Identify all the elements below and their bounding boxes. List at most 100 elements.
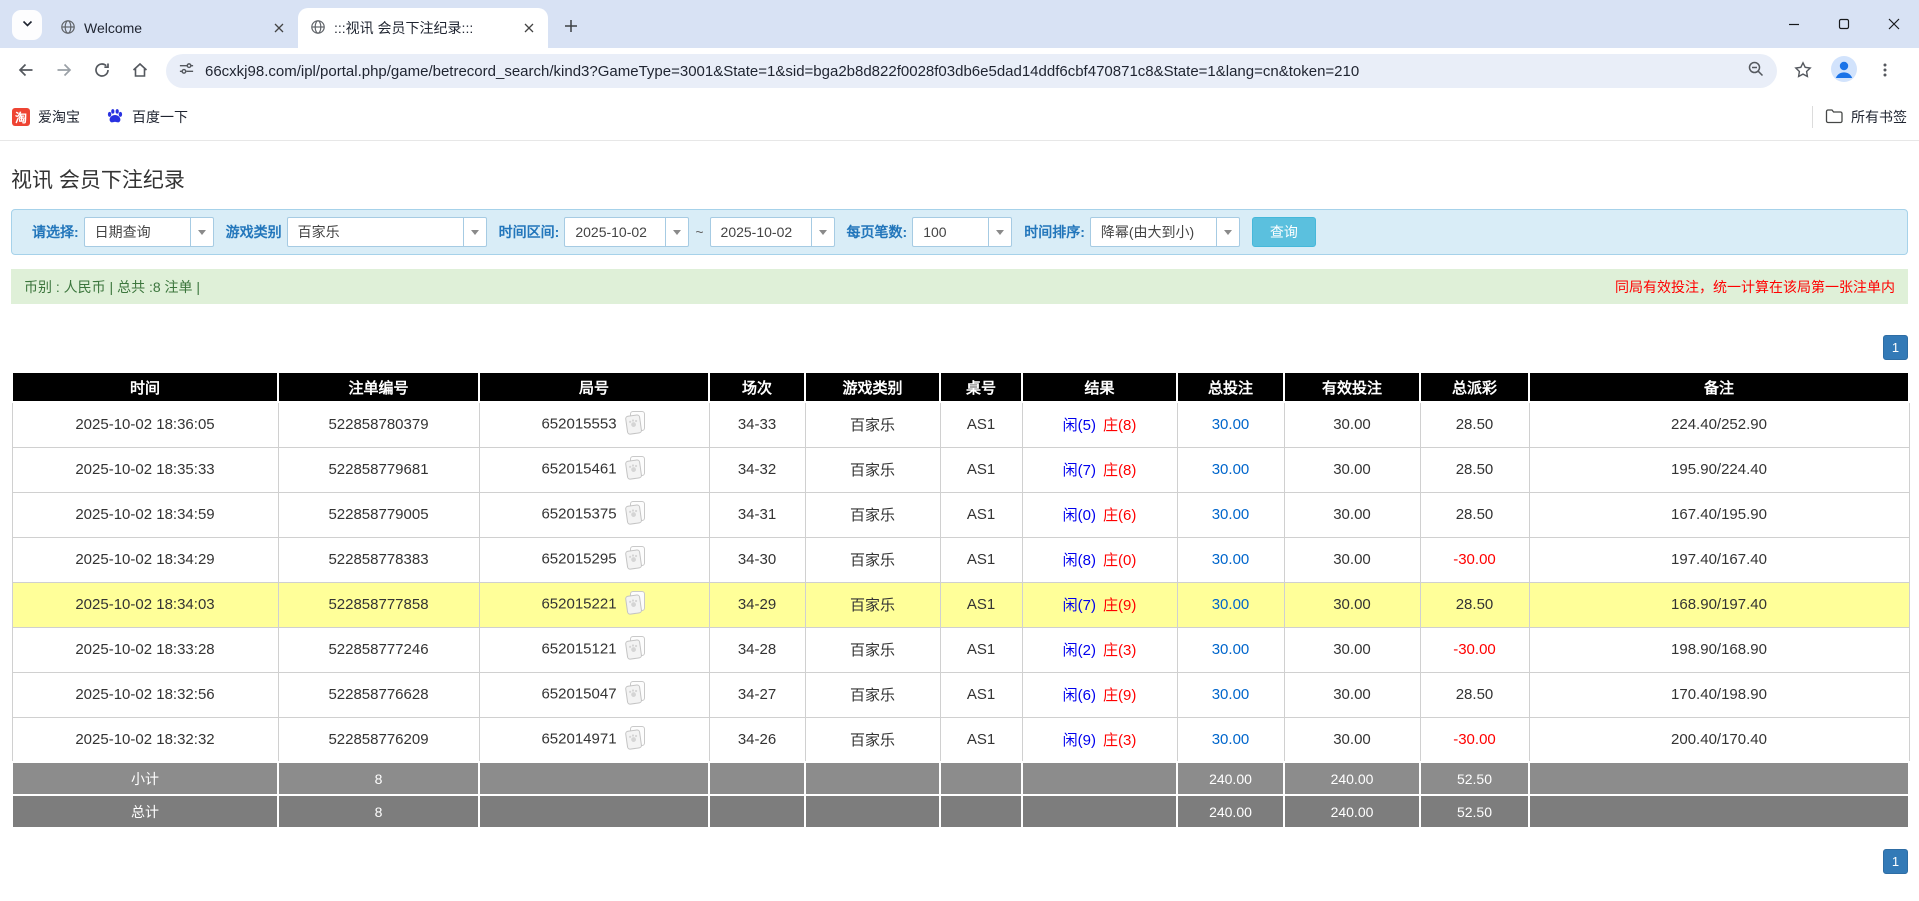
bookmark-star-button[interactable]: [1785, 53, 1821, 89]
query-button[interactable]: 查询: [1252, 217, 1316, 247]
round-id-text: 652015121: [541, 640, 616, 657]
payout-value: -30.00: [1453, 641, 1496, 658]
chevron-down-icon: [21, 17, 34, 33]
cell-time: 2025-10-02 18:33:28: [12, 627, 278, 672]
cell-table-id: AS1: [940, 672, 1022, 717]
cell-round-id: 652015295: [479, 537, 709, 582]
total-bet-link[interactable]: 30.00: [1212, 461, 1250, 478]
total-bet-link[interactable]: 30.00: [1212, 506, 1250, 523]
total-bet-link[interactable]: 30.00: [1212, 641, 1250, 658]
table-row: 2025-10-02 18:32:56522858776628652015047…: [12, 672, 1909, 717]
tilde-separator: ~: [695, 224, 703, 240]
column-header: 总投注: [1177, 372, 1284, 402]
forward-button[interactable]: [46, 53, 82, 89]
sort-select[interactable]: 降幂(由大到小): [1090, 217, 1240, 247]
cell-time: 2025-10-02 18:34:29: [12, 537, 278, 582]
footer-empty-cell: [1529, 762, 1909, 795]
result-banker: 庄(0): [1103, 552, 1136, 569]
star-icon: [1794, 61, 1812, 82]
roadmap-card-icon[interactable]: [624, 410, 647, 439]
total-bet-link[interactable]: 30.00: [1212, 596, 1250, 613]
profile-avatar[interactable]: [1831, 56, 1857, 87]
column-header: 备注: [1529, 372, 1909, 402]
cell-time: 2025-10-02 18:34:03: [12, 582, 278, 627]
minimize-button[interactable]: [1769, 0, 1819, 48]
maximize-button[interactable]: [1819, 0, 1869, 48]
game-type-select[interactable]: 百家乐: [287, 217, 487, 247]
globe-icon: [310, 19, 326, 38]
roadmap-card-icon[interactable]: [624, 590, 647, 619]
tab-welcome[interactable]: Welcome: [48, 8, 298, 48]
tab-close-icon[interactable]: [520, 19, 538, 37]
cell-valid-bet: 30.00: [1284, 582, 1420, 627]
cell-note: 197.40/167.40: [1529, 537, 1909, 582]
bookmark-taobao[interactable]: 淘 爱淘宝: [12, 107, 80, 127]
cell-round-id: 652015461: [479, 447, 709, 492]
roadmap-card-icon[interactable]: [624, 455, 647, 484]
cell-total-bet: 30.00: [1177, 582, 1284, 627]
cell-total-bet: 30.00: [1177, 627, 1284, 672]
cell-note: 198.90/168.90: [1529, 627, 1909, 672]
url-text[interactable]: 66cxkj98.com/ipl/portal.php/game/betreco…: [205, 63, 1737, 80]
page-1-button[interactable]: 1: [1883, 335, 1908, 360]
refresh-button[interactable]: [84, 53, 120, 89]
home-button[interactable]: [122, 53, 158, 89]
round-id-text: 652014971: [541, 730, 616, 747]
bet-records-table: 时间注单编号局号场次游戏类别桌号结果总投注有效投注总派彩备注 2025-10-0…: [11, 371, 1910, 829]
back-button[interactable]: [8, 53, 44, 89]
cell-game-type: 百家乐: [805, 627, 940, 672]
payout-value: 28.50: [1456, 686, 1494, 703]
footer-valid-bet: 240.00: [1284, 762, 1420, 795]
cell-payout: 28.50: [1420, 492, 1529, 537]
roadmap-card-icon[interactable]: [624, 545, 647, 574]
tab-close-icon[interactable]: [270, 19, 288, 37]
divider: [1812, 106, 1813, 128]
cell-note: 224.40/252.90: [1529, 402, 1909, 447]
page-1-button[interactable]: 1: [1883, 849, 1908, 874]
url-bar[interactable]: 66cxkj98.com/ipl/portal.php/game/betreco…: [166, 54, 1777, 88]
tab-search-button[interactable]: [12, 10, 42, 40]
cell-valid-bet: 30.00: [1284, 672, 1420, 717]
tab-betrecord[interactable]: :::视讯 会员下注纪录:::: [298, 8, 548, 48]
cell-game-type: 百家乐: [805, 582, 940, 627]
cell-result: 闲(7)庄(8): [1022, 447, 1177, 492]
result-banker: 庄(8): [1103, 417, 1136, 434]
bookmark-baidu[interactable]: 百度一下: [106, 107, 188, 128]
footer-payout: 52.50: [1420, 762, 1529, 795]
all-bookmarks-button[interactable]: 所有书签: [1825, 107, 1907, 127]
date-to-select[interactable]: 2025-10-02: [710, 217, 835, 247]
tune-icon[interactable]: [178, 60, 195, 82]
column-header: 局号: [479, 372, 709, 402]
column-header: 总派彩: [1420, 372, 1529, 402]
roadmap-card-icon[interactable]: [624, 635, 647, 664]
cell-game-type: 百家乐: [805, 537, 940, 582]
roadmap-card-icon[interactable]: [624, 500, 647, 529]
cell-valid-bet: 30.00: [1284, 492, 1420, 537]
close-button[interactable]: [1869, 0, 1919, 48]
query-type-select[interactable]: 日期查询: [84, 217, 214, 247]
total-bet-link[interactable]: 30.00: [1212, 686, 1250, 703]
cell-result: 闲(7)庄(9): [1022, 582, 1177, 627]
tab-title: :::视讯 会员下注纪录:::: [334, 18, 512, 38]
column-header: 时间: [12, 372, 278, 402]
result-player: 闲(5): [1063, 417, 1096, 434]
cell-valid-bet: 30.00: [1284, 402, 1420, 447]
page-title: 视讯 会员下注纪录: [11, 164, 1908, 194]
result-player: 闲(6): [1063, 687, 1096, 704]
roadmap-card-icon[interactable]: [624, 680, 647, 709]
result-banker: 庄(6): [1103, 507, 1136, 524]
cell-game-type: 百家乐: [805, 402, 940, 447]
per-page-select[interactable]: 100: [912, 217, 1012, 247]
roadmap-card-icon[interactable]: [624, 725, 647, 754]
footer-empty-cell: [479, 762, 709, 795]
cell-table-id: AS1: [940, 582, 1022, 627]
new-tab-button[interactable]: [556, 12, 586, 42]
total-bet-link[interactable]: 30.00: [1212, 731, 1250, 748]
menu-button[interactable]: [1867, 53, 1903, 89]
cell-bet-id: 522858780379: [278, 402, 479, 447]
total-bet-link[interactable]: 30.00: [1212, 551, 1250, 568]
pagination-top: 1: [11, 335, 1908, 360]
zoom-out-icon[interactable]: [1747, 60, 1765, 83]
total-bet-link[interactable]: 30.00: [1212, 416, 1250, 433]
date-from-select[interactable]: 2025-10-02: [564, 217, 689, 247]
